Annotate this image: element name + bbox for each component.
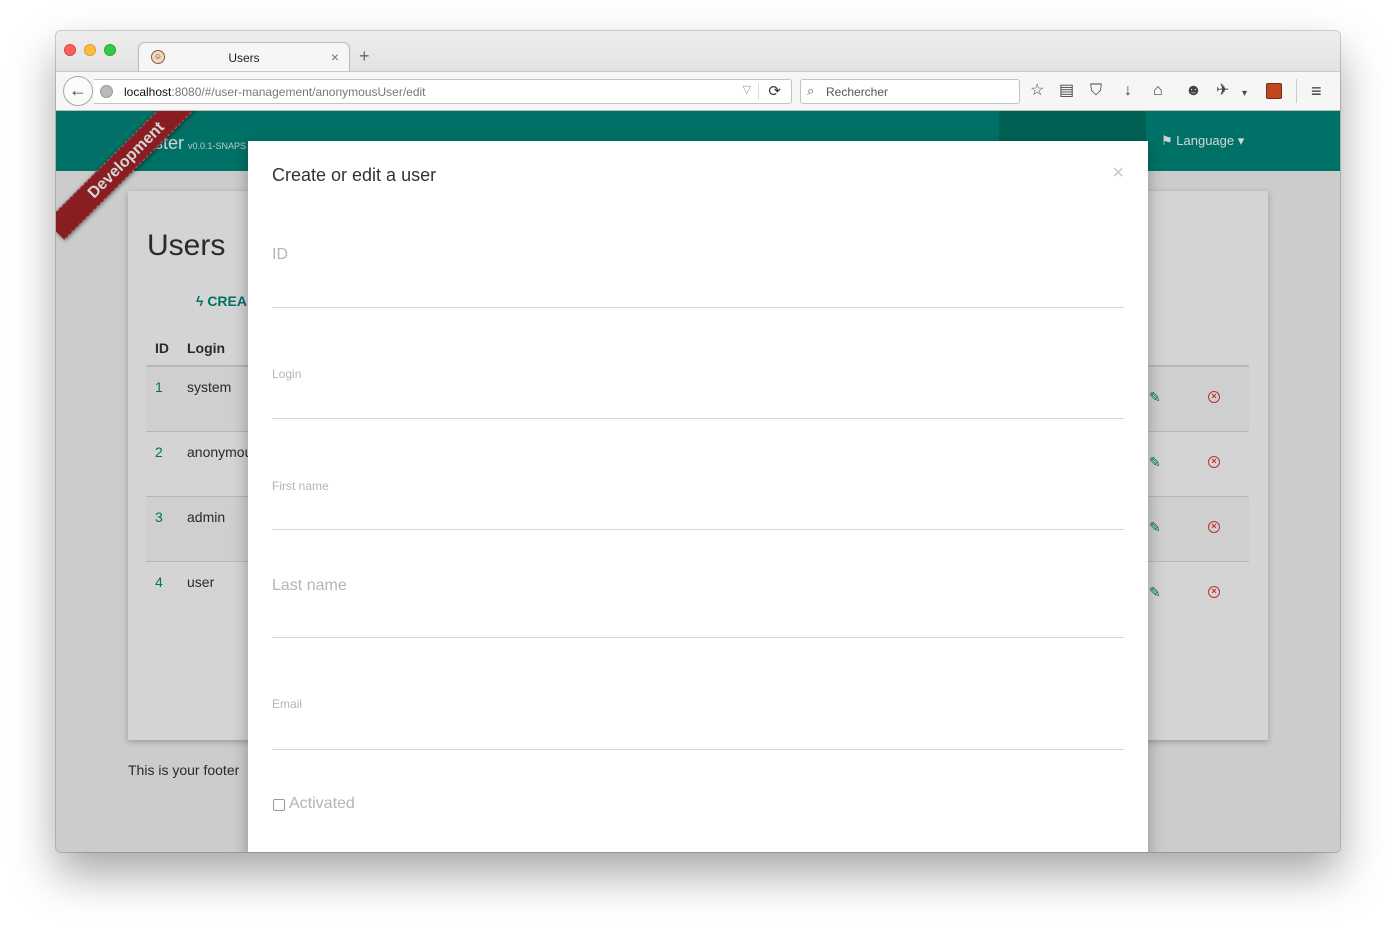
toolbar-divider	[1296, 79, 1297, 103]
pocket-icon[interactable]: ⛉	[1090, 81, 1102, 101]
id-underline	[272, 307, 1124, 308]
reader-list-icon[interactable]: ▤	[1059, 81, 1074, 101]
url-path: :8080/#/user-management/anonymousUser/ed…	[171, 85, 426, 99]
tab-strip: ☺ Users × +	[56, 31, 1340, 72]
zoom-window-button[interactable]	[104, 44, 116, 56]
last-name-underline	[272, 637, 1124, 638]
id-label: ID	[272, 246, 288, 263]
activated-label[interactable]: Activated	[289, 795, 355, 813]
url-host: localhost	[124, 85, 172, 99]
login-underline	[272, 418, 1124, 419]
home-icon[interactable]: ⌂	[1153, 81, 1163, 101]
url-separator	[758, 83, 759, 100]
extension-dropdown-icon[interactable]: ▾	[1242, 84, 1247, 104]
browser-window: ☺ Users × + ← localhost:8080/#/user-mana…	[56, 31, 1340, 852]
user-edit-dialog: Create or edit a user × ID Login First n…	[248, 141, 1148, 852]
download-icon[interactable]: ↓	[1124, 81, 1132, 101]
back-arrow-icon[interactable]: ←	[63, 76, 93, 106]
last-name-input[interactable]	[272, 607, 1124, 633]
search-input[interactable]	[826, 80, 1011, 103]
email-input[interactable]	[272, 721, 1124, 747]
tab-close-icon[interactable]: ×	[331, 49, 339, 65]
tab-title: Users	[228, 51, 260, 65]
close-icon[interactable]: ×	[1112, 163, 1124, 183]
first-name-input[interactable]	[272, 503, 1124, 529]
url-history-dropdown-icon[interactable]: ▽	[743, 83, 751, 96]
login-label: Login	[272, 367, 302, 381]
bookmark-star-icon[interactable]: ☆	[1030, 81, 1044, 101]
web-page: ster v0.0.1-SNAPS ⚑ Language ▾ Developmen…	[56, 111, 1340, 852]
chat-icon[interactable]: ☻	[1185, 81, 1202, 101]
email-underline	[272, 749, 1124, 750]
login-input[interactable]	[272, 391, 1124, 417]
search-icon: ⌕	[807, 83, 815, 98]
browser-toolbar: ← localhost:8080/#/user-management/anony…	[56, 71, 1340, 111]
dialog-title: Create or edit a user	[272, 165, 437, 185]
reload-icon[interactable]: ⟳	[768, 82, 781, 100]
addon-icon[interactable]	[1266, 83, 1282, 99]
new-tab-icon[interactable]: +	[359, 46, 370, 67]
email-label: Email	[272, 697, 303, 711]
hamburger-menu-icon[interactable]: ≡	[1311, 81, 1322, 102]
activated-checkbox[interactable]	[273, 799, 285, 811]
globe-icon	[100, 85, 113, 98]
id-input[interactable]	[272, 277, 1124, 303]
search-bar[interactable]: ⌕	[800, 79, 1020, 104]
first-name-underline	[272, 529, 1124, 530]
close-window-button[interactable]	[64, 44, 76, 56]
minimize-window-button[interactable]	[84, 44, 96, 56]
first-name-label: First name	[272, 479, 329, 493]
url-bar[interactable]: localhost:8080/#/user-management/anonymo…	[94, 79, 792, 104]
url-text[interactable]: localhost:8080/#/user-management/anonymo…	[124, 85, 426, 99]
extension-icon[interactable]: ✈	[1216, 81, 1229, 101]
browser-tab-users[interactable]: ☺ Users ×	[138, 42, 350, 72]
last-name-label: Last name	[272, 577, 347, 594]
